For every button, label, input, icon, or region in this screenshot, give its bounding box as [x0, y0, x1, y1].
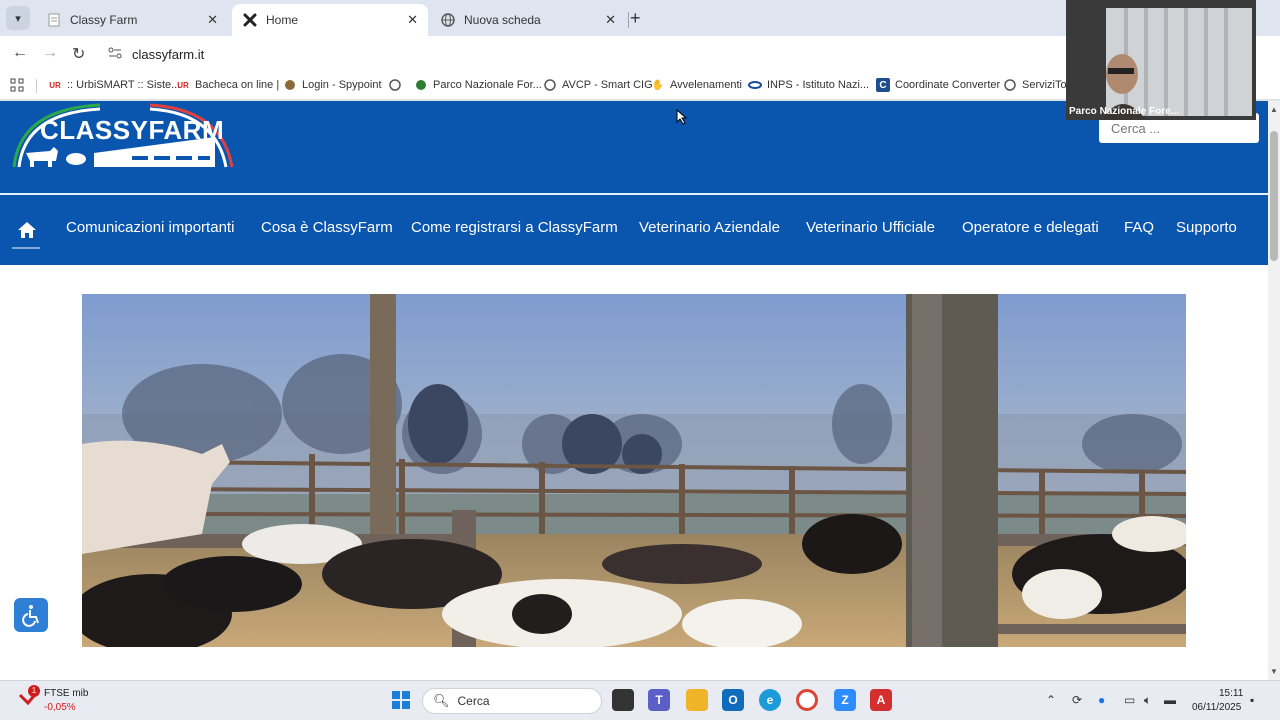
file-explorer-icon[interactable]: [686, 689, 708, 711]
close-tab-icon[interactable]: ✕: [407, 12, 418, 28]
spypoint-icon: [283, 78, 297, 92]
tab-title: Nuova scheda: [464, 13, 541, 27]
teams-icon[interactable]: T: [648, 689, 670, 711]
document-icon: [46, 12, 62, 28]
stock-widget-icon[interactable]: 1: [18, 685, 40, 709]
nav-supporto[interactable]: Supporto: [1176, 219, 1237, 236]
clock-date[interactable]: 06/11/2025: [1192, 702, 1241, 713]
edge-icon[interactable]: e: [759, 689, 781, 711]
tab-nuova-scheda[interactable]: Nuova scheda ✕: [430, 4, 626, 36]
bookmarks-divider: [36, 79, 37, 93]
forward-icon[interactable]: →: [42, 44, 58, 62]
participant-video: [1066, 0, 1256, 120]
urbi-icon: UR: [49, 80, 61, 90]
tab-home[interactable]: Home ✕: [232, 4, 428, 36]
task-view-icon[interactable]: [612, 689, 634, 711]
main-navigation: Comunicazioni importanti Cosa è ClassyFa…: [0, 195, 1268, 265]
inps-icon: [748, 78, 762, 92]
scrollbar-thumb[interactable]: [1270, 131, 1278, 261]
tab-classy-farm[interactable]: Classy Farm ✕: [36, 4, 228, 36]
globe-icon: [388, 78, 402, 92]
bookmark-globe[interactable]: [388, 78, 407, 92]
mouse-cursor-icon: [676, 109, 688, 125]
page-scrollbar[interactable]: ▲ ▼: [1268, 101, 1280, 680]
outlook-icon[interactable]: O: [722, 689, 744, 711]
search-icon: 🔍︎: [433, 693, 450, 708]
paw-icon: ✋: [651, 79, 665, 91]
globe-icon: [543, 78, 557, 92]
battery-icon[interactable]: ▬: [1164, 693, 1176, 707]
bookmark-bacheca[interactable]: UR Bacheca on line |: [176, 78, 279, 92]
address-bar[interactable]: classyfarm.it: [100, 40, 1080, 68]
nav-come-registrarsi[interactable]: Come registrarsi a ClassyFarm: [411, 219, 618, 236]
bookmark-coordinate-converter[interactable]: C Coordinate Converter: [876, 78, 1000, 92]
web-page: CLASSYFARM Comunicazioni importanti Cosa…: [0, 101, 1268, 680]
close-tab-icon[interactable]: ✕: [605, 12, 616, 28]
site-info-icon[interactable]: [108, 47, 122, 62]
bookmark-avvelenamenti[interactable]: ✋ Avvelenamenti: [651, 78, 742, 92]
bookmark-urbismart[interactable]: UR :: UrbiSMART :: Siste...: [48, 78, 180, 92]
clock-time[interactable]: 15:11: [1219, 688, 1243, 699]
nav-comunicazioni-importanti[interactable]: Comunicazioni importanti: [66, 219, 234, 236]
nav-cosa-e-classyfarm[interactable]: Cosa è ClassyFarm: [261, 219, 393, 236]
reload-icon[interactable]: ↻: [72, 44, 85, 64]
scroll-up-icon[interactable]: ▲: [1270, 105, 1278, 114]
home-icon[interactable]: [16, 219, 38, 243]
zoom-icon[interactable]: Z: [834, 689, 856, 711]
widget-title: FTSE mib: [44, 688, 89, 699]
logo-text: CLASSYFARM: [40, 115, 225, 145]
participant-name: Parco Nazionale Fore...: [1069, 106, 1180, 117]
hero-image-cows-barn: [82, 294, 1186, 647]
bookmark-servizitos[interactable]: ServiziTos: [1003, 78, 1072, 92]
microphone-icon[interactable]: ●: [1098, 693, 1105, 707]
bookmark-spypoint[interactable]: Login - Spypoint: [283, 78, 382, 92]
speaker-icon[interactable]: 🔈︎: [1144, 693, 1151, 708]
joomla-icon: [242, 12, 258, 28]
sync-icon[interactable]: ⟳: [1072, 693, 1082, 707]
home-active-indicator: [12, 247, 40, 249]
url-text: classyfarm.it: [132, 46, 205, 62]
chrome-icon[interactable]: [796, 689, 818, 711]
nav-veterinario-ufficiale[interactable]: Veterinario Ufficiale: [806, 219, 935, 236]
acrobat-icon[interactable]: A: [870, 689, 892, 711]
taskbar-search-label: Cerca: [457, 694, 490, 708]
new-tab-icon[interactable]: +: [630, 8, 641, 29]
tab-search-dropdown-icon[interactable]: ▾: [6, 6, 30, 30]
windows-taskbar: 1 FTSE mib -0,05% 🔍︎ Cerca T O e Z A ⌃ ⟳…: [0, 680, 1280, 720]
bookmark-parco-nazionale[interactable]: Parco Nazionale For...: [414, 78, 542, 92]
apps-grid-icon[interactable]: [10, 78, 24, 92]
close-tab-icon[interactable]: ✕: [207, 12, 218, 28]
widget-badge: 1: [28, 685, 40, 697]
nav-operatore-e-delegati[interactable]: Operatore e delegati: [962, 219, 1099, 236]
video-call-overlay[interactable]: Parco Nazionale Fore...: [1066, 0, 1256, 120]
widget-value: -0,05%: [44, 702, 76, 713]
globe-icon: [440, 12, 456, 28]
taskbar-search[interactable]: 🔍︎ Cerca: [422, 688, 602, 714]
tab-title: Home: [266, 13, 299, 27]
accessibility-button[interactable]: [14, 598, 48, 632]
network-icon[interactable]: ▭: [1124, 693, 1135, 707]
nav-faq[interactable]: FAQ: [1124, 219, 1154, 236]
back-icon[interactable]: ←: [12, 44, 28, 62]
tab-divider: [628, 12, 629, 28]
tab-title: Classy Farm: [70, 13, 138, 27]
parco-icon: [414, 78, 428, 92]
globe-icon: [1003, 78, 1017, 92]
scroll-down-icon[interactable]: ▼: [1270, 667, 1278, 676]
coordinate-icon: C: [876, 78, 890, 92]
nav-veterinario-aziendale[interactable]: Veterinario Aziendale: [639, 219, 780, 236]
bookmark-avcp[interactable]: AVCP - Smart CIG: [543, 78, 653, 92]
bookmark-inps[interactable]: INPS - Istituto Nazi...: [748, 78, 869, 92]
wheelchair-icon: [22, 605, 39, 627]
windows-start-icon[interactable]: [390, 689, 412, 711]
notification-icon[interactable]: ▪: [1250, 693, 1254, 707]
urbi-icon: UR: [177, 80, 189, 90]
chevron-up-icon[interactable]: ⌃: [1046, 693, 1056, 707]
